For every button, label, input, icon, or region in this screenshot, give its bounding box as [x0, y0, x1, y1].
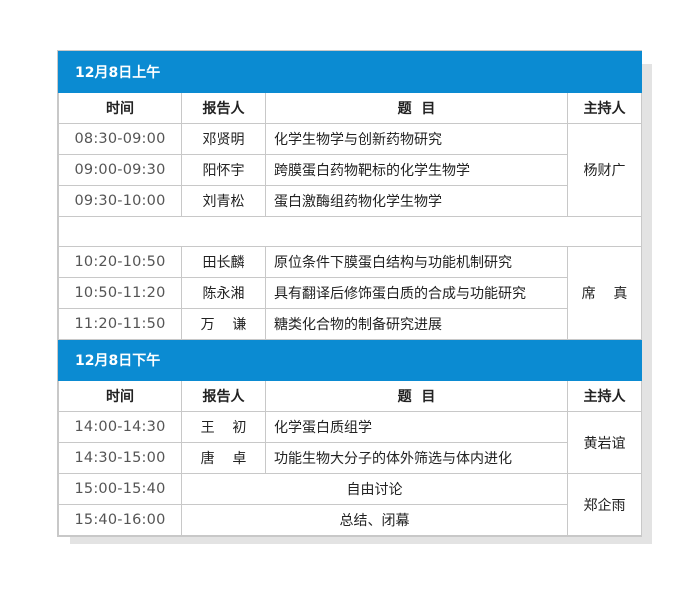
host-cell: 郑企雨 — [566, 473, 643, 536]
host-cell: 席 真 — [566, 246, 643, 340]
table-row: 10:20-10:50 田长麟 原位条件下膜蛋白结构与功能机制研究 席 真 — [58, 246, 643, 340]
host-cell: 杨财广 — [566, 123, 643, 217]
header-topic: 题 目 — [265, 380, 568, 412]
table-row: 09:00-09:30 阳怀宇 跨膜蛋白药物靶标的化学生物学 — [58, 154, 642, 186]
time-cell: 09:00-09:30 — [58, 154, 182, 186]
topic-cell: 蛋白激酶组药物化学生物学 — [265, 185, 568, 217]
table-row: 14:00-14:30 王 初 化学蛋白质组学 黄岩谊 — [58, 411, 643, 474]
time-cell: 15:00-15:40 — [58, 473, 182, 505]
column-header-row: 时间 报告人 题 目 主持人 — [58, 380, 643, 412]
table-row: 09:30-10:00 刘青松 蛋白激酶组药物化学生物学 — [58, 185, 642, 217]
time-cell: 08:30-09:00 — [58, 123, 182, 155]
speaker-cell: 田长麟 — [181, 246, 266, 278]
topic-cell: 具有翻译后修饰蛋白质的合成与功能研究 — [265, 277, 568, 309]
activity-cell: 总结、闭幕 — [181, 504, 568, 536]
schedule-card: 12月8日上午 时间 报告人 题 目 主持人 08:30-09:00 邓贤明 化… — [57, 50, 643, 537]
topic-cell: 化学生物学与创新药物研究 — [265, 123, 568, 155]
schedule-table: 12月8日上午 时间 报告人 题 目 主持人 08:30-09:00 邓贤明 化… — [57, 51, 643, 536]
topic-cell: 原位条件下膜蛋白结构与功能机制研究 — [265, 246, 568, 278]
break-cell — [57, 216, 643, 247]
speaker-cell: 陈永湘 — [181, 277, 266, 309]
column-header-row: 时间 报告人 题 目 主持人 — [58, 92, 643, 124]
time-cell: 14:30-15:00 — [58, 442, 182, 474]
time-cell: 10:50-11:20 — [58, 277, 182, 309]
section-title: 12月8日上午 — [57, 51, 643, 93]
table-row: 11:20-11:50 万 谦 糖类化合物的制备研究进展 — [58, 308, 642, 340]
time-cell: 11:20-11:50 — [58, 308, 182, 340]
header-host: 主持人 — [566, 380, 643, 412]
speaker-cell: 唐 卓 — [181, 442, 266, 474]
speaker-cell: 阳怀宇 — [181, 154, 266, 186]
time-cell: 09:30-10:00 — [58, 185, 182, 217]
table-row: 14:30-15:00 唐 卓 功能生物大分子的体外筛选与体内进化 — [58, 442, 642, 474]
host-cell: 黄岩谊 — [566, 411, 643, 474]
header-speaker: 报告人 — [181, 380, 266, 412]
table-row: 10:50-11:20 陈永湘 具有翻译后修饰蛋白质的合成与功能研究 — [58, 277, 642, 309]
speaker-cell: 万 谦 — [181, 308, 266, 340]
header-time: 时间 — [58, 380, 182, 412]
table-row: 15:00-15:40 自由讨论 郑企雨 — [58, 473, 643, 536]
header-time: 时间 — [58, 92, 182, 124]
section-header-afternoon: 12月8日下午 — [57, 339, 643, 381]
speaker-cell: 邓贤明 — [181, 123, 266, 155]
time-cell: 14:00-14:30 — [58, 411, 182, 443]
table-row: 08:30-09:00 邓贤明 化学生物学与创新药物研究 杨财广 — [58, 123, 643, 217]
header-topic: 题 目 — [265, 92, 568, 124]
header-speaker: 报告人 — [181, 92, 266, 124]
time-cell: 15:40-16:00 — [58, 504, 182, 536]
activity-cell: 自由讨论 — [181, 473, 568, 505]
section-title: 12月8日下午 — [57, 339, 643, 381]
topic-cell: 糖类化合物的制备研究进展 — [265, 308, 568, 340]
topic-cell: 跨膜蛋白药物靶标的化学生物学 — [265, 154, 568, 186]
header-host: 主持人 — [566, 92, 643, 124]
break-row — [57, 216, 643, 247]
section-header-morning: 12月8日上午 — [57, 51, 643, 93]
table-row: 15:40-16:00 总结、闭幕 — [58, 504, 642, 536]
speaker-cell: 王 初 — [181, 411, 266, 443]
time-cell: 10:20-10:50 — [58, 246, 182, 278]
topic-cell: 功能生物大分子的体外筛选与体内进化 — [265, 442, 568, 474]
topic-cell: 化学蛋白质组学 — [265, 411, 568, 443]
speaker-cell: 刘青松 — [181, 185, 266, 217]
